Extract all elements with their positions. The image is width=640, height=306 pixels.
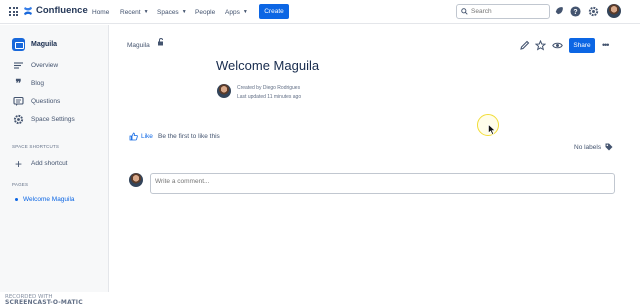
like-button[interactable]: Like — [129, 132, 153, 141]
nav-people-label: People — [195, 8, 216, 16]
sidebar-item-label: Questions — [31, 98, 61, 105]
top-navigation-bar: Confluence Home Recent ▼ Spaces ▼ People… — [0, 0, 640, 24]
plus-icon: + — [14, 156, 22, 171]
nav-home[interactable]: Home — [92, 0, 109, 24]
nav-apps[interactable]: Apps ▼ — [225, 0, 248, 24]
sidebar-item-overview[interactable]: Overview — [13, 60, 58, 71]
svg-text:?: ? — [573, 9, 577, 16]
apps-grid-icon[interactable] — [9, 7, 18, 16]
questions-icon — [13, 96, 24, 106]
space-logo-icon — [12, 38, 25, 51]
notifications-icon[interactable] — [553, 6, 564, 17]
chevron-down-icon: ▼ — [181, 9, 187, 15]
breadcrumb[interactable]: Maguila — [127, 42, 150, 49]
nav-home-label: Home — [92, 8, 110, 16]
sidebar-item-label: Blog — [31, 80, 45, 87]
search-icon — [461, 8, 468, 15]
settings-icon[interactable] — [588, 6, 599, 17]
sidebar-item-label: Overview — [31, 62, 59, 69]
add-shortcut-button[interactable]: + Add shortcut — [13, 156, 68, 171]
gear-icon — [13, 114, 24, 125]
tag-icon[interactable] — [605, 143, 613, 151]
create-button[interactable]: Create — [259, 4, 289, 19]
space-sidebar: Maguila Overview ❞ Blog Questions Space … — [0, 25, 109, 306]
space-header[interactable]: Maguila — [12, 38, 57, 51]
space-shortcuts-heading: SPACE SHORTCUTS — [12, 144, 60, 149]
author-avatar[interactable] — [217, 84, 231, 98]
sidebar-item-label: Space Settings — [31, 116, 75, 123]
watermark-line2: SCREENCAST-O-MATIC — [5, 299, 83, 306]
last-updated[interactable]: Last updated 11 minutes ago — [237, 94, 301, 100]
chevron-down-icon: ▼ — [242, 9, 248, 15]
comment-input[interactable] — [155, 178, 355, 185]
like-label: Like — [141, 133, 153, 140]
nav-spaces[interactable]: Spaces ▼ — [157, 0, 187, 24]
help-icon[interactable]: ? — [570, 6, 581, 17]
labels-text: No labels — [574, 144, 602, 151]
search-input[interactable] — [471, 8, 541, 15]
page-tree-item-welcome-maguila[interactable]: Welcome Maguila — [15, 196, 75, 203]
nav-apps-label: Apps — [225, 8, 240, 16]
commenter-avatar — [129, 173, 143, 187]
overview-icon — [14, 62, 23, 69]
sidebar-item-blog[interactable]: ❞ Blog — [13, 77, 45, 90]
screencast-watermark: RECORDED WITH SCREENCAST-O-MATIC — [5, 294, 83, 306]
add-shortcut-label: Add shortcut — [31, 160, 68, 167]
sidebar-item-space-settings[interactable]: Space Settings — [13, 114, 75, 125]
like-hint: Be the first to like this — [158, 133, 220, 140]
confluence-logo-icon — [24, 6, 32, 15]
comment-box[interactable] — [150, 173, 615, 194]
chevron-down-icon: ▼ — [143, 9, 149, 15]
nav-spaces-label: Spaces — [157, 8, 179, 16]
watch-eye-icon[interactable] — [552, 40, 563, 51]
share-button[interactable]: Share — [569, 38, 595, 53]
created-by: Created by Diego Rodrigues — [237, 85, 301, 91]
product-name: Confluence — [36, 5, 88, 16]
nav-recent[interactable]: Recent ▼ — [120, 0, 149, 24]
pages-heading: PAGES — [12, 182, 29, 187]
confluence-logo[interactable]: Confluence — [23, 5, 88, 16]
thumbs-up-icon — [129, 132, 138, 141]
mouse-cursor-icon — [488, 124, 496, 135]
more-actions-button[interactable]: ••• — [602, 40, 610, 50]
page-title: Welcome Maguila — [216, 58, 320, 73]
nav-recent-label: Recent — [120, 8, 141, 16]
sidebar-item-questions[interactable]: Questions — [13, 96, 60, 107]
nav-people[interactable]: People — [195, 0, 215, 24]
star-icon[interactable] — [535, 40, 546, 51]
blog-quote-icon: ❞ — [15, 77, 22, 90]
user-avatar[interactable] — [607, 4, 621, 18]
bullet-icon — [15, 198, 18, 201]
space-name: Maguila — [31, 41, 58, 48]
unlock-icon[interactable] — [157, 38, 165, 46]
search-box[interactable] — [456, 4, 550, 19]
edit-pencil-icon[interactable] — [519, 40, 530, 51]
page-tree-item-label: Welcome Maguila — [23, 196, 75, 203]
